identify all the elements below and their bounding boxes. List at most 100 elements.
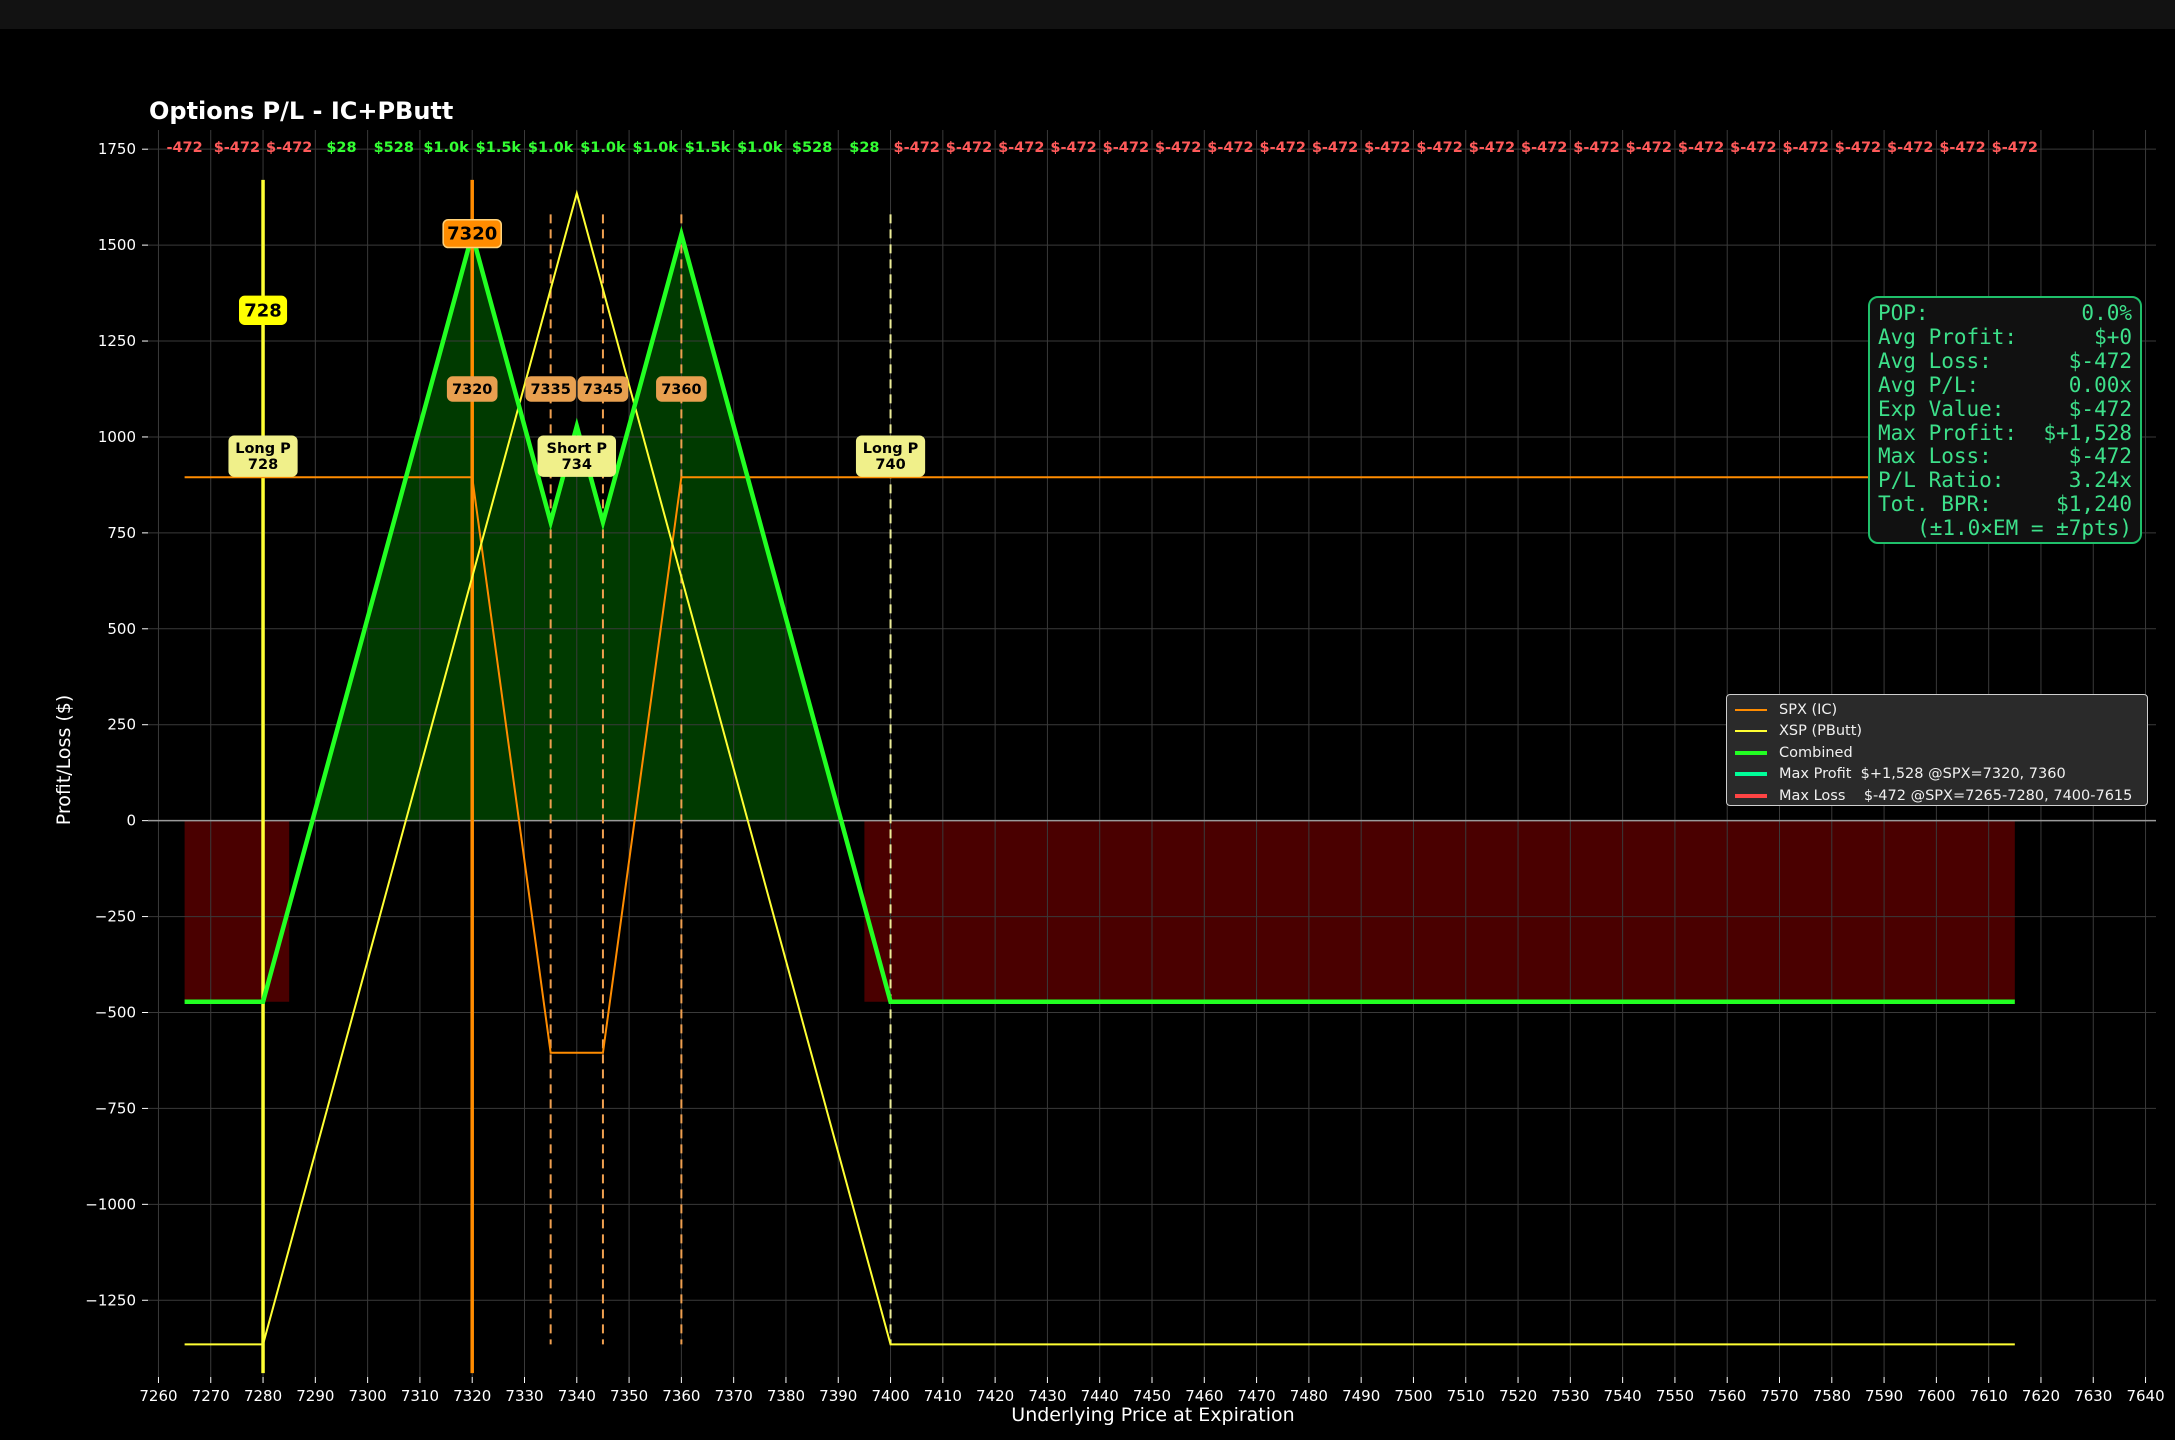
stats-note: (±1.0×EM = ±7pts) [1917, 516, 2132, 541]
stat-row: Tot. BPR: $1,240 [1878, 492, 2132, 517]
stat-row: P/L Ratio: 3.24x [1878, 468, 2132, 493]
top-pl-label: $-472 [1416, 140, 1462, 156]
top-pl-label: $-472 [1835, 140, 1881, 156]
top-pl-label: $28 [326, 140, 356, 156]
y-tick-label: −750 [95, 1099, 136, 1117]
x-tick-label: 7280 [244, 1387, 282, 1405]
stat-value: $-472 [2068, 444, 2132, 469]
legend-label: Max Loss $-472 @SPX=7265-7280, 7400-7615 [1779, 787, 2133, 804]
strike-label-text: 728 [244, 300, 282, 321]
top-pl-label: $1.0k [423, 140, 469, 156]
x-tick-label: 7520 [1499, 1387, 1537, 1405]
stat-value: $+0 [2094, 324, 2132, 349]
strike-label-text: 7320 [452, 382, 492, 398]
stat-label: Tot. BPR: [1878, 492, 1992, 517]
strike-label-text: 734 [562, 457, 592, 473]
x-tick-label: 7630 [2074, 1387, 2112, 1405]
stat-value: 3.24x [2068, 468, 2132, 493]
top-pl-label: $-472 [1573, 140, 1619, 156]
top-pl-label: $-472 [1207, 140, 1253, 156]
x-tick-label: 7390 [819, 1387, 857, 1405]
top-pl-label: $1.0k [580, 140, 626, 156]
top-pl-labels: -472 $-472 $-472 $28 $528 $1.0k $1.5k $1.0k $1.0… [166, 140, 2038, 156]
top-pl-label: $1.0k [737, 140, 783, 156]
y-tick-label: 1250 [98, 332, 136, 350]
top-pl-label: $-472 [1469, 140, 1515, 156]
y-tick-label: 1750 [98, 140, 136, 158]
stat-row: Max Loss: $-472 [1878, 445, 2132, 469]
legend-item: Max Loss $-472 @SPX=7265-7280, 7400-7615 [1735, 785, 2139, 807]
legend-item: SPX (IC) [1735, 699, 2139, 721]
top-pl-label: $-472 [1887, 140, 1933, 156]
legend-label: SPX (IC) [1779, 701, 1838, 718]
strike-label-text: 728 [248, 457, 278, 473]
x-tick-label: 7610 [1970, 1387, 2008, 1405]
x-tick-label: 7370 [715, 1387, 753, 1405]
top-pl-label: $-472 [1992, 140, 2038, 156]
x-tick-label: 7440 [1081, 1387, 1119, 1405]
stat-label: Avg P/L: [1878, 372, 1980, 397]
x-tick-label: 7340 [558, 1387, 596, 1405]
y-tick-label: 500 [107, 620, 136, 638]
legend-item: XSP (PButt) [1735, 721, 2139, 743]
chart-legend: SPX (IC) XSP (PButt) Combined Max Profit $+… [1726, 694, 2148, 806]
top-pl-label: $-472 [1103, 140, 1149, 156]
top-pl-label: $-472 [946, 140, 992, 156]
stat-value: $+1,528 [2043, 420, 2132, 445]
stat-row: Avg P/L: 0.00x [1878, 372, 2132, 398]
x-tick-label: 7400 [871, 1387, 909, 1405]
strike-label-text: 7335 [530, 382, 570, 398]
strike-label-text: 7360 [661, 382, 701, 398]
x-tick-label: 7600 [1917, 1387, 1955, 1405]
y-tick-label: −1000 [85, 1195, 136, 1213]
strike-label-text: 7320 [447, 224, 497, 245]
strike-label-text: Long P [863, 441, 919, 457]
top-pl-label: $28 [849, 140, 879, 156]
x-tick-label: 7560 [1708, 1387, 1746, 1405]
x-tick-label: 7570 [1760, 1387, 1798, 1405]
stat-value: 0.0% [2081, 301, 2132, 325]
x-tick-label: 7450 [1133, 1387, 1171, 1405]
x-tick-label: 7510 [1447, 1387, 1485, 1405]
top-pl-label: $1.0k [528, 140, 574, 156]
top-pl-label: $-472 [214, 140, 260, 156]
x-tick-label: 7330 [505, 1387, 543, 1405]
stat-label: P/L Ratio: [1878, 468, 2005, 493]
top-pl-label: $-472 [1155, 140, 1201, 156]
x-tick-label: 7290 [296, 1387, 334, 1405]
stat-row: Avg Loss: $-472 [1878, 348, 2132, 374]
x-tick-label: 7590 [1865, 1387, 1903, 1405]
x-tick-label: 7470 [1237, 1387, 1275, 1405]
top-pl-label: $528 [374, 140, 414, 156]
legend-swatch [1735, 772, 1767, 777]
y-tick-label: 0 [126, 812, 136, 830]
y-tick-label: 750 [107, 524, 136, 542]
legend-item: Combined [1735, 742, 2139, 764]
legend-label: Max Profit $+1,528 @SPX=7320, 7360 [1779, 766, 2066, 783]
x-tick-label: 7540 [1604, 1387, 1642, 1405]
stat-label: Max Loss: [1878, 444, 1992, 469]
x-tick-label: 7260 [139, 1387, 177, 1405]
y-tick-label: −1250 [85, 1291, 136, 1309]
top-pl-label: $-472 [1050, 140, 1096, 156]
stat-row: POP: 0.0% [1878, 301, 2132, 326]
strike-label-text: 7345 [583, 382, 623, 398]
top-pl-label: $1.5k [685, 140, 731, 156]
x-tick-label: 7380 [767, 1387, 805, 1405]
stat-label: Avg Loss: [1878, 348, 1992, 373]
top-pl-label: $-472 [1626, 140, 1672, 156]
loss-zone [864, 820, 2015, 1002]
stats-box: POP: 0.0% Avg Profit: $+0 Avg Loss: $-472 Avg … [1868, 296, 2142, 544]
x-tick-label: 7430 [1028, 1387, 1066, 1405]
x-tick-label: 7500 [1394, 1387, 1432, 1405]
x-tick-label: 7530 [1551, 1387, 1589, 1405]
x-tick-label: 7620 [2022, 1387, 2060, 1405]
strike-label-text: Short P [547, 441, 608, 457]
y-tick-label: −500 [95, 1003, 136, 1021]
x-tick-label: 7410 [924, 1387, 962, 1405]
y-tick-label: 1500 [98, 236, 136, 254]
stat-value: 0.00x [2068, 372, 2132, 397]
top-pl-label: $1.5k [476, 140, 522, 156]
stat-value: $1,240 [2056, 492, 2132, 517]
stat-label: Max Profit: [1878, 420, 2018, 445]
